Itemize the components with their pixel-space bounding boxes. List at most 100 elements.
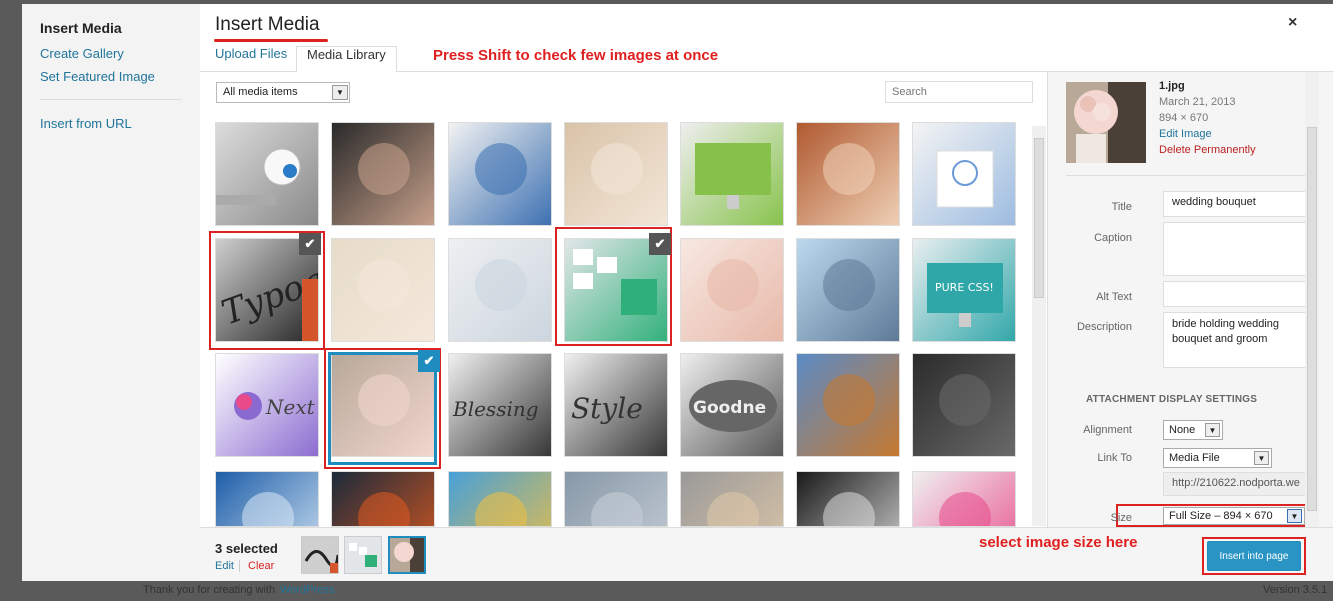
business-woman-thumbnail[interactable] — [448, 238, 552, 342]
link-to-select[interactable]: Media File ▼ — [1163, 448, 1272, 468]
next-logo-thumbnail-art: Next — [216, 354, 318, 456]
skydiver-thumbnail[interactable] — [796, 238, 900, 342]
media-sidebar: Insert Media Create Gallery Set Featured… — [22, 4, 200, 581]
insert-into-page-button[interactable]: Insert into page — [1207, 541, 1301, 571]
attachment-dimensions: 894 × 670 — [1159, 112, 1209, 124]
selected-image-preview — [1066, 82, 1146, 163]
edit-image-link[interactable]: Edit Image — [1159, 128, 1212, 140]
next-logo-thumbnail[interactable]: Next — [215, 353, 319, 457]
blue-abstract-thumbnail-art — [216, 472, 318, 526]
sidebar-set-featured-image[interactable]: Set Featured Image — [40, 69, 155, 84]
redhead-thumbnail-art — [797, 123, 899, 225]
size-label: Size — [1110, 512, 1132, 524]
alt-text-label: Alt Text — [1096, 291, 1132, 303]
blue-abstract-thumbnail[interactable] — [215, 471, 319, 527]
tab-upload-files[interactable]: Upload Files — [205, 46, 297, 65]
dream-portrait-thumbnail[interactable] — [680, 238, 784, 342]
checkmark-icon[interactable]: ✔ — [299, 233, 321, 255]
version-text: Version 3.5.1 — [1263, 584, 1328, 596]
selected-mini-typography[interactable] — [301, 536, 339, 574]
details-scroll-thumb[interactable] — [1307, 127, 1317, 511]
size-annotation: select image size here — [979, 534, 1138, 551]
footer-thanks: Thank you for creating with — [143, 584, 276, 596]
imac-purecss-thumbnail[interactable]: PURE CSS! — [912, 238, 1016, 342]
selected-mini-keyboard[interactable] — [344, 536, 382, 574]
title-field[interactable]: wedding bouquet — [1163, 191, 1307, 217]
blessing-thumbnail-art: Blessing — [449, 354, 551, 456]
bulb-hand-thumbnail-art — [216, 123, 318, 225]
autumn-house-thumbnail[interactable] — [796, 353, 900, 457]
tab-media-library[interactable]: Media Library — [296, 46, 397, 72]
bulb-hand-thumbnail[interactable] — [215, 122, 319, 226]
imac-purecss-thumbnail-art: PURE CSS! — [913, 239, 1015, 341]
blonde-thumbnail[interactable] — [331, 238, 435, 342]
focused-tile-border — [328, 352, 437, 465]
chevron-down-icon: ▼ — [1254, 451, 1269, 465]
lightbulb-sketch-thumbnail-art — [913, 123, 1015, 225]
selected-mini-bouquet[interactable] — [388, 536, 426, 574]
imac-green-thumbnail[interactable] — [680, 122, 784, 226]
man-thumbs-up-thumbnail-art — [449, 123, 551, 225]
checkmark-icon[interactable]: ✔ — [649, 233, 671, 255]
lightbulb-sketch-thumbnail[interactable] — [912, 122, 1016, 226]
fire-ice-thumbnail[interactable] — [331, 471, 435, 527]
size-select[interactable]: Full Size – 894 × 670 ▼ — [1163, 507, 1305, 525]
description-field[interactable]: bride holding wedding bouquet and groom — [1163, 312, 1307, 368]
title-label: Title — [1111, 201, 1132, 213]
skydiver-thumbnail-art — [797, 239, 899, 341]
dream-portrait-thumbnail-art — [681, 239, 783, 341]
blonde-grey-thumbnail-art — [681, 472, 783, 526]
svg-text:Blessing: Blessing — [452, 397, 539, 421]
blonde-thumbnail-art — [332, 239, 434, 341]
goodness-thumbnail[interactable]: Goodne — [680, 353, 784, 457]
style-thumbnail-art: Style — [565, 354, 667, 456]
grid-scrollbar[interactable] — [1032, 126, 1046, 526]
clear-selection-link[interactable]: Clear — [248, 560, 274, 572]
media-filter-select[interactable]: All media items ▼ — [216, 82, 350, 103]
wordpress-link[interactable]: WordPress. — [280, 584, 337, 596]
sidebar-create-gallery[interactable]: Create Gallery — [40, 46, 124, 61]
redhead-thumbnail[interactable] — [796, 122, 900, 226]
attachment-filename: 1.jpg — [1159, 80, 1185, 92]
sidebar-insert-from-url[interactable]: Insert from URL — [40, 116, 132, 131]
link-to-label: Link To — [1097, 452, 1132, 464]
city-thumbnail[interactable] — [564, 471, 668, 527]
close-icon[interactable]: × — [1288, 14, 1297, 32]
sidebar-divider — [40, 99, 181, 100]
modal-title: Insert Media — [215, 14, 320, 35]
success-thumbnail[interactable] — [912, 353, 1016, 457]
chevron-down-icon: ▼ — [1287, 509, 1302, 523]
blessing-thumbnail[interactable]: Blessing — [448, 353, 552, 457]
chalkboard-thumbnail[interactable] — [796, 471, 900, 527]
admin-footer: Thank you for creating with WordPress. V… — [0, 581, 1333, 601]
insert-media-modal: Insert Media Create Gallery Set Featured… — [22, 4, 1333, 581]
ideas-head-thumbnail-art — [913, 472, 1015, 526]
alignment-value: None — [1169, 424, 1196, 436]
edit-selection-link[interactable]: Edit — [215, 560, 234, 572]
blonde-grey-thumbnail[interactable] — [680, 471, 784, 527]
shift-annotation: Press Shift to check few images at once — [433, 47, 719, 64]
alt-text-field[interactable] — [1163, 281, 1307, 307]
woman-portrait-thumbnail[interactable] — [331, 122, 435, 226]
delete-permanently-link[interactable]: Delete Permanently — [1159, 144, 1256, 156]
chevron-down-icon: ▼ — [332, 85, 348, 100]
alignment-label: Alignment — [1083, 424, 1132, 436]
imac-green-thumbnail-art — [681, 123, 783, 225]
alignment-select[interactable]: None ▼ — [1163, 420, 1223, 440]
grid-scroll-thumb[interactable] — [1034, 138, 1044, 298]
paper-toys-thumbnail-art — [449, 472, 551, 526]
caption-field[interactable] — [1163, 222, 1307, 276]
details-scrollbar[interactable] — [1305, 72, 1319, 527]
link-url-field[interactable]: http://210622.nodporta.we — [1163, 472, 1307, 496]
man-thumbs-up-thumbnail[interactable] — [448, 122, 552, 226]
style-thumbnail[interactable]: Style — [564, 353, 668, 457]
lingerie-thumbnail[interactable] — [564, 122, 668, 226]
svg-text:PURE CSS!: PURE CSS! — [935, 281, 994, 294]
paper-toys-thumbnail[interactable] — [448, 471, 552, 527]
svg-text:Next: Next — [265, 395, 316, 419]
lingerie-thumbnail-art — [565, 123, 667, 225]
search-input[interactable] — [885, 81, 1033, 103]
goodness-thumbnail-art: Goodne — [681, 354, 783, 456]
svg-text:Goodne: Goodne — [693, 398, 766, 418]
ideas-head-thumbnail[interactable] — [912, 471, 1016, 527]
